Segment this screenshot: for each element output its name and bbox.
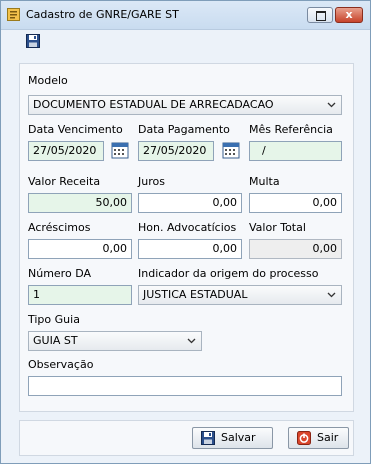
modelo-value: DOCUMENTO ESTADUAL DE ARRECADACAO (33, 98, 274, 111)
data-pagamento-field[interactable]: 27/05/2020 (138, 141, 214, 161)
numero-da-field[interactable]: 1 (28, 285, 132, 305)
data-vencimento-field[interactable]: 27/05/2020 (28, 141, 104, 161)
modelo-select[interactable]: DOCUMENTO ESTADUAL DE ARRECADACAO (28, 95, 342, 115)
valor-receita-field[interactable]: 50,00 (28, 193, 132, 213)
chevron-down-icon (187, 338, 196, 344)
juros-field[interactable]: 0,00 (138, 193, 242, 213)
chevron-down-icon (327, 292, 336, 298)
save-button-label: Salvar (221, 431, 256, 444)
valor-total-label: Valor Total (249, 221, 306, 234)
acrescimos-field[interactable]: 0,00 (28, 239, 132, 259)
title-bar: Cadastro de GNRE/GARE ST x (1, 1, 370, 30)
observacao-label: Observação (28, 358, 94, 371)
data-vencimento-label: Data Vencimento (28, 123, 123, 136)
tipo-guia-value: GUIA ST (33, 334, 78, 347)
valor-receita-label: Valor Receita (28, 175, 101, 188)
acrescimos-label: Acréscimos (28, 221, 91, 234)
save-icon (201, 431, 215, 445)
chevron-down-icon (327, 102, 336, 108)
hon-advocaticios-field[interactable]: 0,00 (138, 239, 242, 259)
form-panel: Modelo DOCUMENTO ESTADUAL DE ARRECADACAO… (19, 63, 354, 412)
hon-advocaticios-label: Hon. Advocatícios (138, 221, 237, 234)
calendar-icon[interactable] (222, 141, 240, 159)
save-button[interactable]: Salvar (192, 427, 273, 449)
app-icon (7, 8, 20, 21)
mes-referencia-label: Mês Referência (249, 123, 333, 136)
exit-button-label: Sair (317, 431, 339, 444)
indicador-origem-value: JUSTICA ESTADUAL (143, 288, 248, 301)
multa-field[interactable]: 0,00 (249, 193, 342, 213)
tipo-guia-select[interactable]: GUIA ST (28, 331, 202, 351)
save-icon[interactable] (26, 34, 40, 48)
window: Cadastro de GNRE/GARE ST x Modelo DOCUME… (0, 0, 371, 464)
close-button[interactable]: x (335, 7, 363, 23)
restore-button[interactable] (307, 7, 333, 23)
button-bar: Salvar Sair (19, 420, 354, 456)
valor-total-field: 0,00 (249, 239, 342, 259)
content-area: Modelo DOCUMENTO ESTADUAL DE ARRECADACAO… (2, 30, 369, 462)
multa-label: Multa (249, 175, 280, 188)
observacao-field[interactable] (28, 376, 342, 396)
data-pagamento-label: Data Pagamento (138, 123, 230, 136)
restore-icon (316, 11, 326, 21)
window-title: Cadastro de GNRE/GARE ST (26, 8, 179, 21)
exit-button[interactable]: Sair (288, 427, 349, 449)
numero-da-label: Número DA (28, 267, 91, 280)
mes-referencia-field[interactable]: / (249, 141, 342, 161)
juros-label: Juros (138, 175, 165, 188)
power-icon (297, 431, 311, 445)
indicador-origem-select[interactable]: JUSTICA ESTADUAL (138, 285, 342, 305)
modelo-label: Modelo (28, 74, 68, 87)
calendar-icon[interactable] (111, 141, 129, 159)
close-icon: x (345, 8, 353, 21)
tipo-guia-label: Tipo Guia (28, 313, 80, 326)
indicador-origem-label: Indicador da origem do processo (138, 267, 319, 280)
